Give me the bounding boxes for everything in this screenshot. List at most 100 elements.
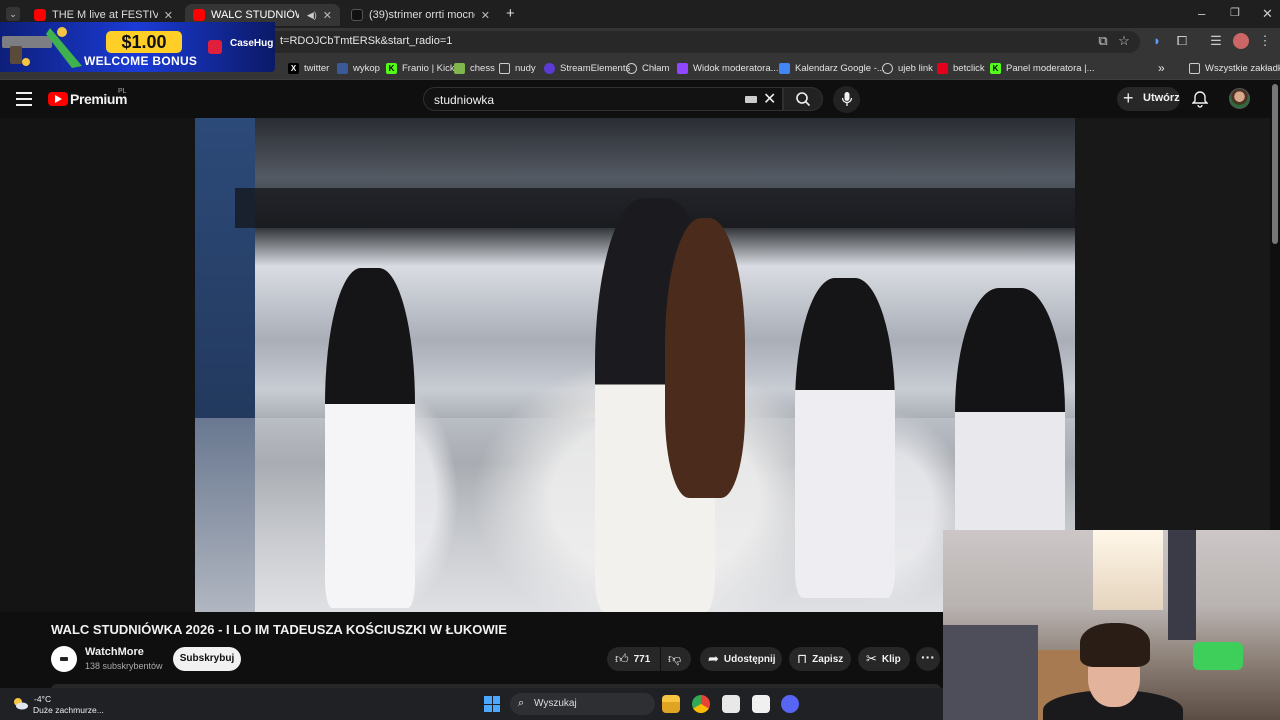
close-tab-icon[interactable]: ✕ [317,9,332,22]
hamburger-menu-icon[interactable] [16,92,32,106]
share-arrow-icon: ➦ [708,651,719,666]
windows-start-icon[interactable] [484,696,500,712]
twitch-icon [677,62,688,74]
bookmark-chess[interactable]: chess [454,60,495,76]
close-window-icon[interactable]: ✕ [1262,6,1273,22]
youtube-favicon-icon [34,9,46,21]
close-tab-icon[interactable]: ✕ [475,9,490,22]
ad-bonus-text: WELCOME BONUS [84,54,198,68]
app-icon[interactable] [752,695,770,713]
microphone-icon [841,92,853,106]
create-label: Utwórz [1143,92,1180,104]
bookmark-kick[interactable]: K Franio | Kick [386,60,455,76]
knife-gun-graphic-icon [2,27,82,68]
bookmark-betclick[interactable]: betclick [937,60,985,76]
search-icon: ⌕ [518,697,525,709]
like-button[interactable]: 👍︎ 771 [607,647,660,671]
bookmark-panel-moderatora[interactable]: K Panel moderatora |... [990,60,1095,76]
kick-icon: K [386,62,397,74]
tiktok-favicon-icon [351,9,363,21]
bookmark-label: Kalendarz Google -... [795,62,885,74]
more-actions-button[interactable]: ··· [916,647,940,671]
discord-icon[interactable] [781,695,799,713]
app-icon[interactable] [722,695,740,713]
kebab-menu-icon[interactable]: ⋮ [1257,33,1273,49]
close-tab-icon[interactable]: ✕ [158,9,173,22]
bookmark-label: twitter [304,62,330,74]
subscribe-button[interactable]: Subskrybuj [173,647,241,671]
reading-list-icon[interactable]: ☰ [1208,33,1224,49]
bookmark-label: nudy [515,62,536,74]
channel-avatar[interactable] [51,646,77,672]
bookmark-label: Panel moderatora |... [1006,62,1095,74]
taskbar-search-input[interactable]: Wyszukaj [510,693,655,715]
tab-strimer[interactable]: (39)strimer orrti mocno o Lekar... ✕ [343,4,498,26]
bookmark-kalendarz[interactable]: Kalendarz Google -... [779,60,885,76]
kick-icon: K [990,62,1001,74]
bookmark-streamelements[interactable]: StreamElements [544,60,630,76]
bookmark-nudy[interactable]: nudy [499,60,536,76]
scissors-icon: ✂ [866,651,877,666]
bookmark-star-icon[interactable]: ☆ [1116,33,1132,49]
bookmark-label: ujeb link [898,62,933,74]
share-button[interactable]: ➦ Udostępnij [700,647,782,671]
streamer-webcam-overlay [943,530,1280,720]
webcam-window [1093,530,1163,610]
all-bookmarks-folder[interactable]: Wszystkie zakładki [1189,60,1280,76]
minimize-icon[interactable]: – [1198,6,1205,21]
ad-brand-label: CaseHug [230,38,274,49]
bookmark-twitter[interactable]: Xtwitter [288,60,329,76]
page-scrollbar[interactable] [1272,84,1278,244]
weather-temperature[interactable]: -4°C [34,694,51,704]
chrome-icon[interactable] [692,695,710,713]
casino-ad-banner[interactable]: $1.00 WELCOME BONUS CaseHug [0,22,275,72]
url-text: t=RDOJCbTmtERSk&start_radio=1 [280,35,453,47]
share-label: Udostępnij [723,653,776,665]
voice-search-button[interactable] [833,86,860,113]
keyboard-icon[interactable] [745,96,757,103]
bookmark-chlam[interactable]: Chłam [626,60,669,76]
bookmark-widok-moderatora[interactable]: Widok moderatora... [677,60,779,76]
bookmark-label: chess [470,62,495,74]
streamelements-icon [544,62,555,74]
new-tab-button[interactable]: + [506,5,515,22]
folder-icon [1189,62,1200,74]
youtube-favicon-icon [193,9,205,21]
bookmark-ujeb-link[interactable]: ujeb link [882,60,933,76]
like-count: 771 [633,653,651,665]
restore-icon[interactable]: ❐ [1230,6,1240,19]
clip-button[interactable]: ✂ Klip [858,647,910,671]
dancer-couple-left [325,268,415,608]
profile-icon[interactable] [1233,33,1249,49]
subscriber-count: 138 subskrybentów [85,661,163,671]
ad-price: $1.00 [106,31,182,53]
install-app-icon[interactable]: ⧉ [1095,33,1111,49]
cloudy-weather-icon[interactable] [12,696,28,710]
weather-description[interactable]: Duże zachmurze... [33,705,104,715]
clear-search-icon[interactable]: ✕ [763,89,776,109]
thumbs-down-icon: 👎︎ [668,651,682,666]
tab-search-icon[interactable]: ⌄ [6,7,20,21]
notifications-bell-icon[interactable] [1192,90,1208,108]
globe-icon [882,62,893,74]
account-avatar[interactable] [1229,88,1250,109]
bookmark-label: betclick [953,62,985,74]
globe-icon [626,62,637,74]
search-input[interactable]: studniowka [423,87,783,111]
speaker-icon[interactable]: ◀) [307,10,317,21]
bookmark-label: Widok moderatora... [693,62,779,74]
video-title: WALC STUDNIÓWKA 2026 - I LO IM TADEUSZA … [51,622,507,637]
search-button[interactable] [783,87,823,111]
youtube-logo-icon[interactable] [48,92,68,106]
dislike-button[interactable]: 👎︎ [661,647,691,671]
channel-name[interactable]: WatchMore [85,646,144,658]
bookmark-wykop[interactable]: wykop [337,60,380,76]
file-explorer-icon[interactable] [662,695,680,713]
bookmarks-overflow-icon[interactable]: » [1158,60,1165,76]
save-button[interactable]: ⊓ Zapisz [789,647,851,671]
extensions-puzzle-icon[interactable]: ⧠ [1174,33,1190,49]
address-bar[interactable]: t=RDOJCbTmtERSk&start_radio=1 [250,31,1140,53]
chess-pawn-icon [454,62,465,74]
region-code: PL [118,88,127,95]
extension-icon[interactable]: ◗ [1149,33,1165,49]
